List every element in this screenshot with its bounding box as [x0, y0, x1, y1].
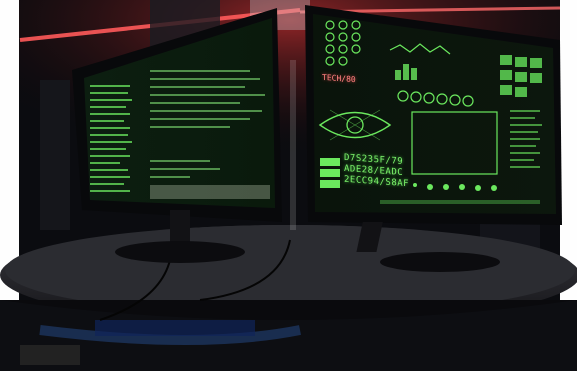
blue-keyboard-glow [95, 320, 255, 336]
right-monitor-stand [380, 252, 500, 272]
left-monitor-stand [115, 241, 245, 263]
photo: TECH/80 D7S235F/79 ADE28/EADC 2ECC94/S8A… [0, 0, 577, 371]
scene-illustration [0, 0, 577, 371]
